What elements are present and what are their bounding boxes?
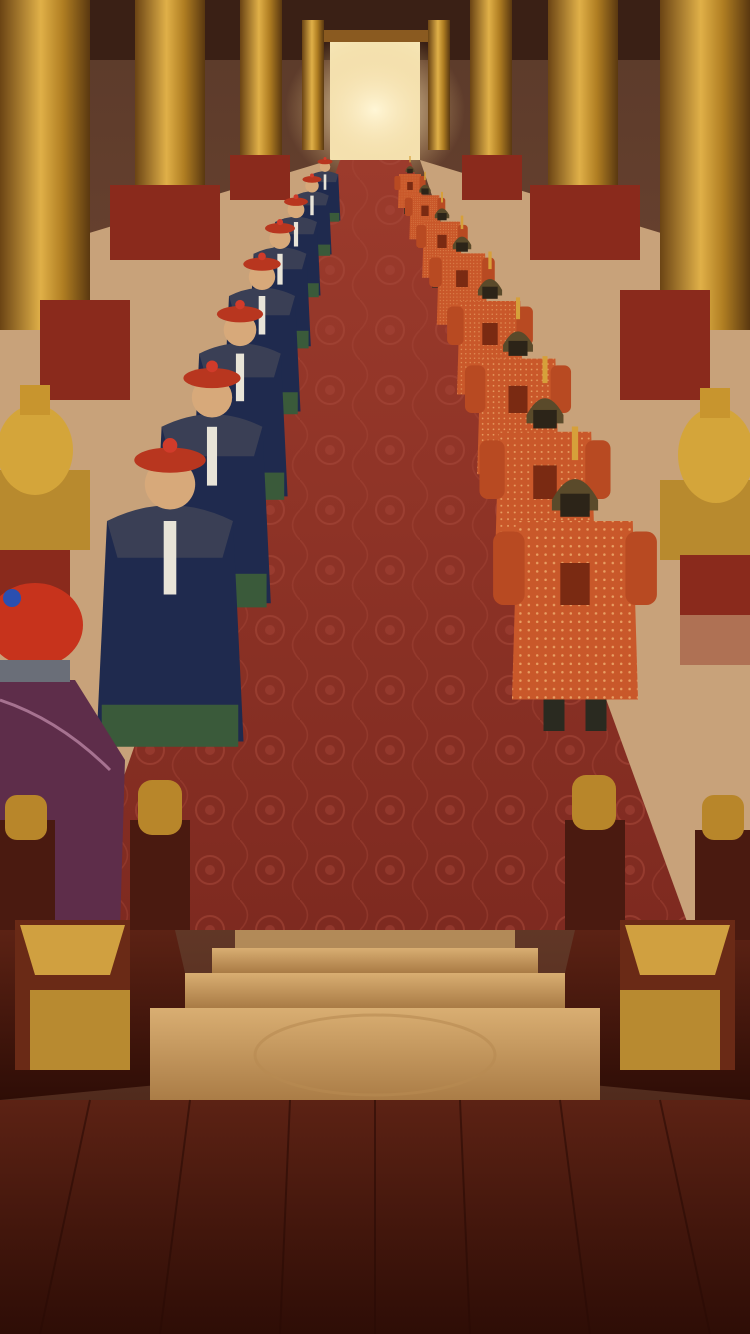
game-scene — [0, 0, 750, 1334]
stair-step — [150, 1008, 600, 1103]
dragon-pillar-icon — [428, 20, 450, 150]
stair-step — [185, 973, 565, 1008]
dragon-pillar-icon — [302, 20, 324, 150]
throne-hall-illustration — [0, 0, 750, 1334]
stair-step — [212, 948, 538, 973]
door-frame — [322, 30, 428, 42]
dragon-pillar-icon — [240, 0, 282, 165]
lion-statue-icon — [5, 795, 47, 840]
dragon-pillar-icon — [135, 0, 205, 200]
stairs — [150, 930, 600, 1103]
dragon-pillar-icon — [660, 0, 750, 330]
stair-step — [235, 930, 515, 948]
lion-statue-icon — [138, 780, 182, 835]
dragon-pillar-icon — [470, 0, 512, 165]
lion-statue-icon — [572, 775, 616, 830]
lion-statue-icon — [702, 795, 744, 840]
incense-burner-icon — [0, 405, 73, 495]
dragon-pillar-icon — [0, 0, 90, 330]
dragon-pillar-icon — [548, 0, 618, 200]
